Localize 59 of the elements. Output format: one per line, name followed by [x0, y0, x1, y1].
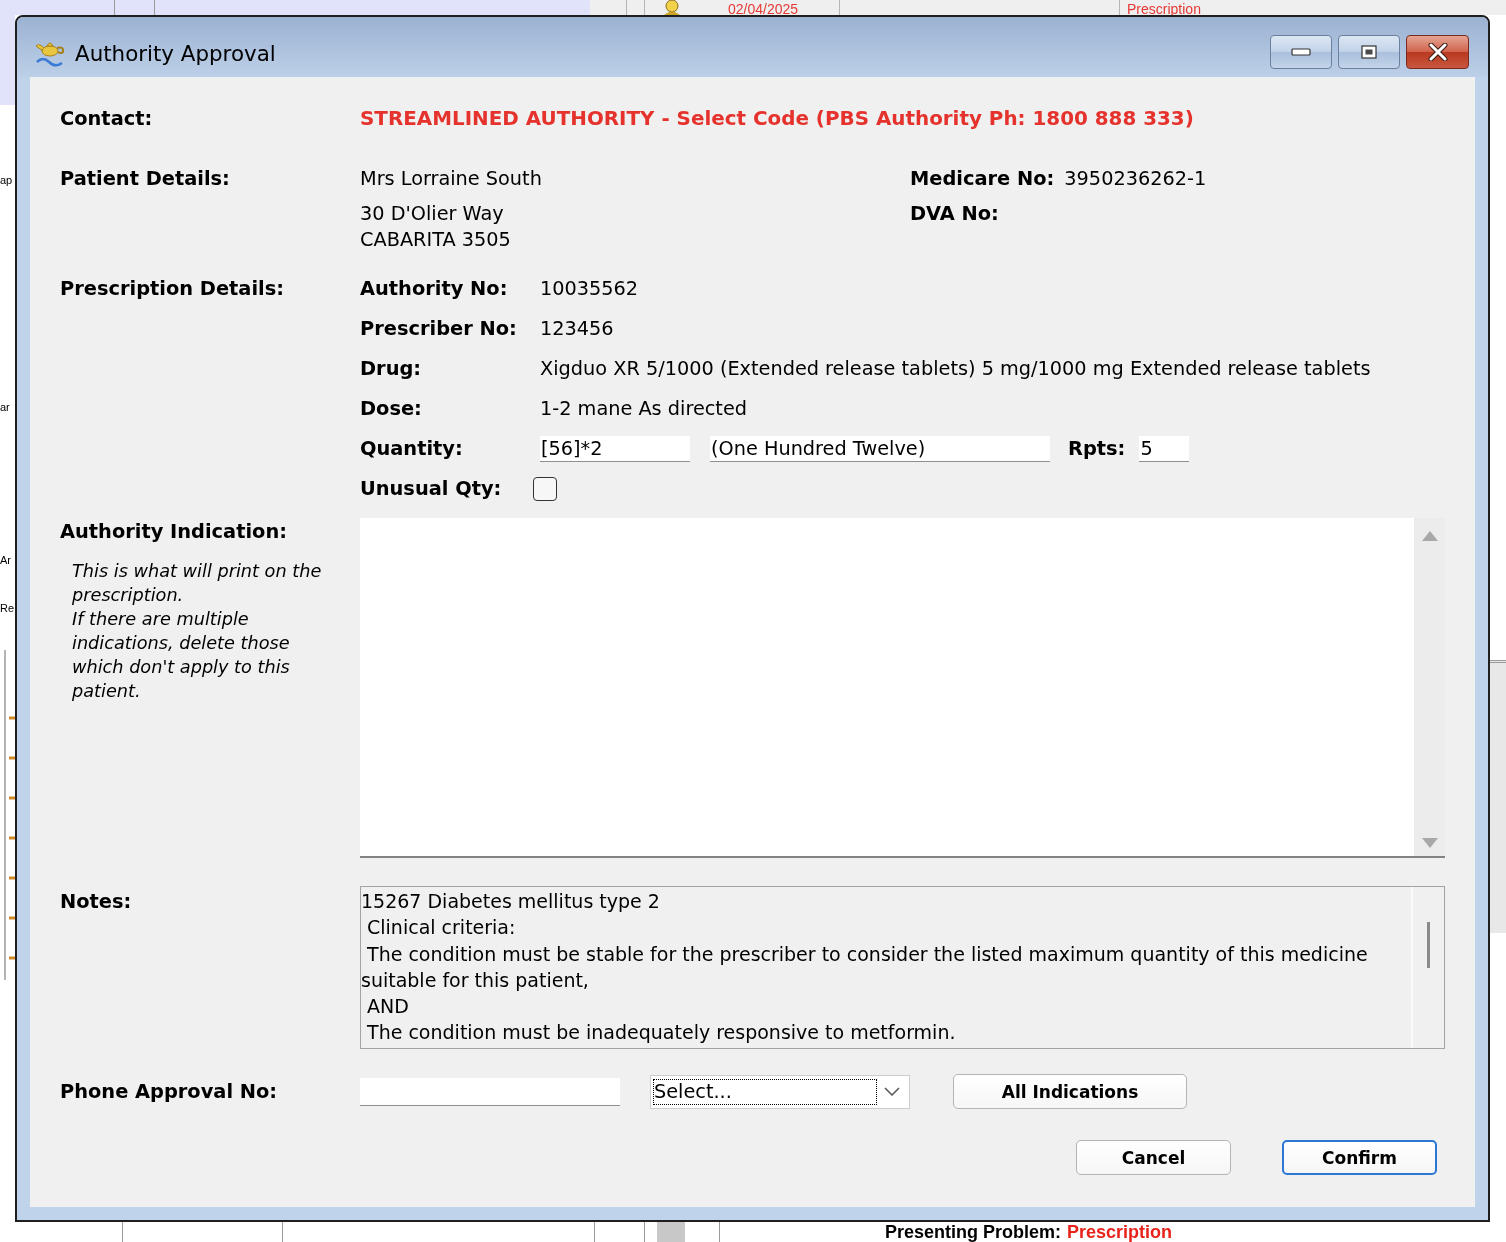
field-label: Dose: [360, 397, 423, 421]
field-value: Xigduo XR 5/1000 (Extended release tablets) 5 mg/1000 mg Extended release tablets [540, 357, 1371, 381]
checkbox[interactable] [533, 477, 557, 501]
row-label: ar [0, 400, 10, 415]
select-dropdown[interactable]: Select... [650, 1074, 910, 1109]
quantity-words-field[interactable]: (One Hundred Twelve) [710, 436, 1050, 462]
field-label: Prescriber No: [360, 317, 518, 341]
table-cell: 02/04/2025 [728, 2, 799, 17]
row-label: Ar [0, 553, 11, 568]
all-indications-button[interactable]: All Indications [953, 1074, 1187, 1109]
table-cell: Prescription [1127, 2, 1201, 17]
section-label: Authority Indication: [60, 520, 287, 544]
section-label: Phone Approval No: [60, 1079, 278, 1104]
close-icon [1427, 43, 1448, 61]
section-label: Patient Details: [60, 167, 230, 191]
row-label: Re [0, 601, 15, 616]
section-label: Notes: [60, 890, 132, 914]
phone-approval-field[interactable] [360, 1077, 620, 1106]
window-title: Authority Approval [75, 41, 276, 67]
field-label: Authority No: [360, 277, 509, 301]
field-value: 1-2 mane As directed [540, 397, 748, 421]
person-icon [662, 0, 682, 15]
maximize-icon [1361, 45, 1377, 59]
row-label: ap [0, 173, 13, 188]
indication-field[interactable] [360, 518, 1445, 858]
field-value: 3950236262-1 [1064, 167, 1207, 191]
close-button[interactable] [1406, 35, 1469, 69]
field-label: DVA No: [910, 202, 999, 226]
maximize-button[interactable] [1338, 35, 1400, 69]
minimize-icon [1291, 48, 1311, 56]
chevron-down-icon [884, 1087, 900, 1096]
help-text: This is what will print on the prescription. [72, 560, 323, 607]
field-label: Rpts: [1068, 437, 1126, 461]
scrollbar[interactable] [1414, 518, 1445, 856]
repeats-field[interactable]: 5 [1139, 436, 1190, 462]
section-label: Contact: [60, 107, 153, 131]
address-line: 30 D'Olier Way [360, 202, 504, 226]
up-arrow-icon [1421, 531, 1438, 541]
field-value: 10035562 [540, 277, 639, 301]
dialog-button[interactable]: Confirm [1282, 1140, 1437, 1175]
field-value: 123456 [540, 317, 614, 341]
dialog-button[interactable]: Cancel [1076, 1140, 1231, 1175]
minimize-button[interactable] [1270, 35, 1332, 69]
quantity-field[interactable]: [56]*2 [540, 436, 690, 462]
field-label: Drug: [360, 357, 423, 381]
field-label: Quantity: [360, 437, 464, 461]
patient-name: Mrs Lorraine South [360, 167, 542, 190]
scrollbar [657, 1222, 685, 1242]
section-label: Prescription Details: [60, 276, 285, 302]
address-line: CABARITA 3505 [360, 228, 511, 252]
help-text: If there are multiple indications, delete those which don't apply to this patient. [72, 608, 291, 703]
field-label: Medicare No: [910, 167, 1055, 191]
heading-label: Presenting Problem: [885, 1222, 1062, 1242]
contact-text: STREAMLINED AUTHORITY - Select Code (PBS Authority Ph: 1800 888 333) [360, 107, 1194, 131]
notes-text: 15267 Diabetes mellitus type 2 Clinical criteria: The condition must be stable for the prescriber to consider the listed maximum quantity of this medicine suitable for this patient, AND The condition must be inadequately responsive to metformin. [361, 889, 1369, 1046]
down-arrow-icon [1421, 838, 1438, 848]
field-label: Unusual Qty: [360, 477, 503, 501]
heading-value: Prescription [1067, 1222, 1173, 1242]
scrollbar-thumb[interactable] [1427, 922, 1430, 968]
